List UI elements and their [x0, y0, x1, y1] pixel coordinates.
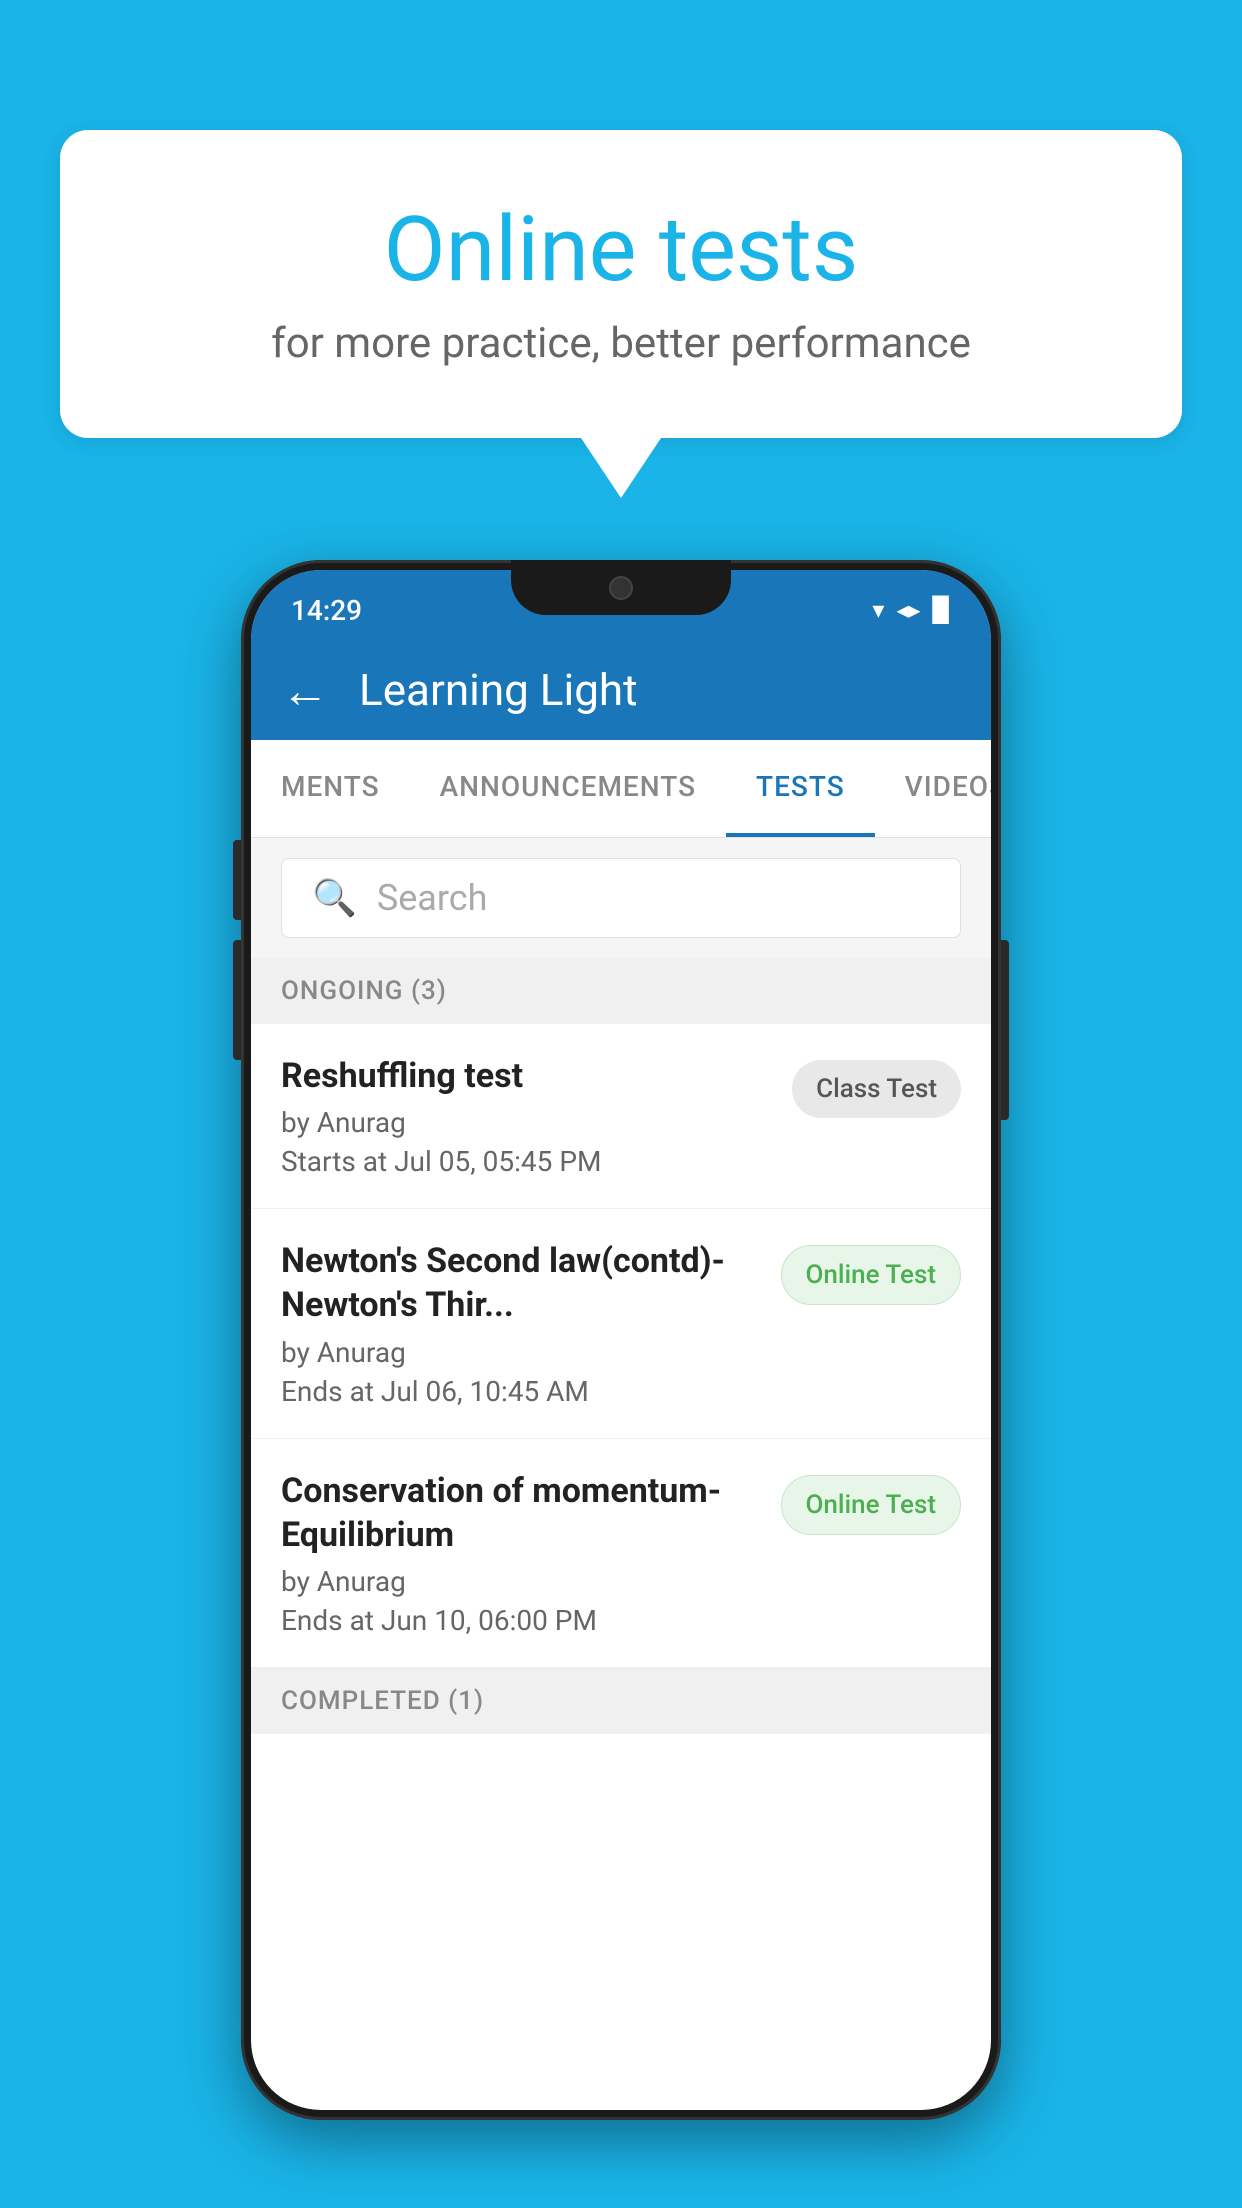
phone-frame: 14:29 ▾ ◂▸ ▉ ← Learning Light MENTS ANNO… [241, 560, 1001, 2120]
volume-up-button [233, 840, 241, 920]
search-input[interactable]: 🔍 Search [281, 858, 961, 938]
wifi-icon: ▾ [872, 596, 884, 624]
phone-mockup: 14:29 ▾ ◂▸ ▉ ← Learning Light MENTS ANNO… [241, 560, 1001, 2120]
phone-screen: 14:29 ▾ ◂▸ ▉ ← Learning Light MENTS ANNO… [251, 570, 991, 2110]
ongoing-section-header: ONGOING (3) [251, 958, 991, 1024]
speech-bubble: Online tests for more practice, better p… [60, 130, 1182, 438]
battery-icon: ▉ [933, 596, 951, 624]
tab-videos[interactable]: VIDEOS [875, 740, 991, 837]
tab-ments[interactable]: MENTS [251, 740, 410, 837]
test-author: by Anurag [281, 1106, 772, 1139]
test-author: by Anurag [281, 1565, 761, 1598]
app-bar-title: Learning Light [359, 664, 638, 716]
test-date: Starts at Jul 05, 05:45 PM [281, 1145, 772, 1178]
status-icons: ▾ ◂▸ ▉ [872, 596, 951, 624]
camera-lens [609, 576, 633, 600]
volume-down-button [233, 940, 241, 1060]
online-test-badge: Online Test [781, 1245, 962, 1305]
test-item[interactable]: Conservation of momentum-Equilibrium by … [251, 1439, 991, 1668]
test-date: Ends at Jul 06, 10:45 AM [281, 1375, 761, 1408]
test-title: Newton's Second law(contd)-Newton's Thir… [281, 1239, 761, 1327]
search-container: 🔍 Search [251, 838, 991, 958]
test-title: Conservation of momentum-Equilibrium [281, 1469, 761, 1557]
tabs-bar: MENTS ANNOUNCEMENTS TESTS VIDEOS [251, 740, 991, 838]
test-info: Conservation of momentum-Equilibrium by … [281, 1469, 761, 1637]
app-bar: ← Learning Light [251, 640, 991, 740]
power-button [1001, 940, 1009, 1120]
online-test-badge-2: Online Test [781, 1475, 962, 1535]
test-item[interactable]: Reshuffling test by Anurag Starts at Jul… [251, 1024, 991, 1209]
back-button[interactable]: ← [281, 662, 329, 719]
completed-section-header: COMPLETED (1) [251, 1668, 991, 1734]
speech-bubble-arrow [581, 438, 661, 498]
signal-icon: ◂▸ [896, 596, 920, 624]
test-item[interactable]: Newton's Second law(contd)-Newton's Thir… [251, 1209, 991, 1438]
test-info: Newton's Second law(contd)-Newton's Thir… [281, 1239, 761, 1407]
tab-tests[interactable]: TESTS [726, 740, 875, 837]
test-title: Reshuffling test [281, 1054, 772, 1098]
class-test-badge: Class Test [792, 1060, 961, 1118]
status-time: 14:29 [291, 594, 362, 627]
promo-subtitle: for more practice, better performance [140, 319, 1102, 368]
search-icon: 🔍 [312, 877, 357, 919]
promo-title: Online tests [140, 200, 1102, 299]
tab-announcements[interactable]: ANNOUNCEMENTS [410, 740, 726, 837]
phone-notch [511, 560, 731, 615]
search-placeholder-text: Search [377, 877, 488, 919]
test-date: Ends at Jun 10, 06:00 PM [281, 1604, 761, 1637]
test-info: Reshuffling test by Anurag Starts at Jul… [281, 1054, 772, 1178]
test-author: by Anurag [281, 1336, 761, 1369]
promo-section: Online tests for more practice, better p… [60, 130, 1182, 498]
